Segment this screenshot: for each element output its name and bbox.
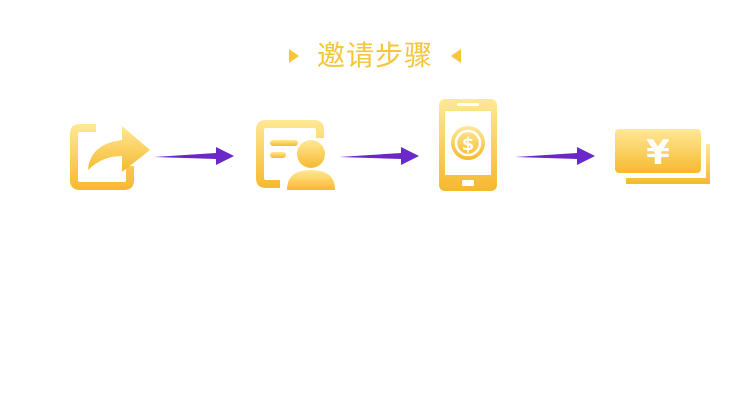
arrow-icon xyxy=(339,147,419,165)
svg-text:¥: ¥ xyxy=(646,133,670,173)
svg-text:$: $ xyxy=(462,134,475,155)
share-icon xyxy=(70,124,150,190)
cash-yuan-icon: ¥ xyxy=(615,129,710,184)
mobile-payment-icon: $ xyxy=(439,99,497,191)
arrow-icon xyxy=(515,147,595,165)
steps-flow: $ ¥ xyxy=(0,0,750,406)
profile-card-icon xyxy=(256,120,335,190)
arrow-icon xyxy=(154,147,234,165)
